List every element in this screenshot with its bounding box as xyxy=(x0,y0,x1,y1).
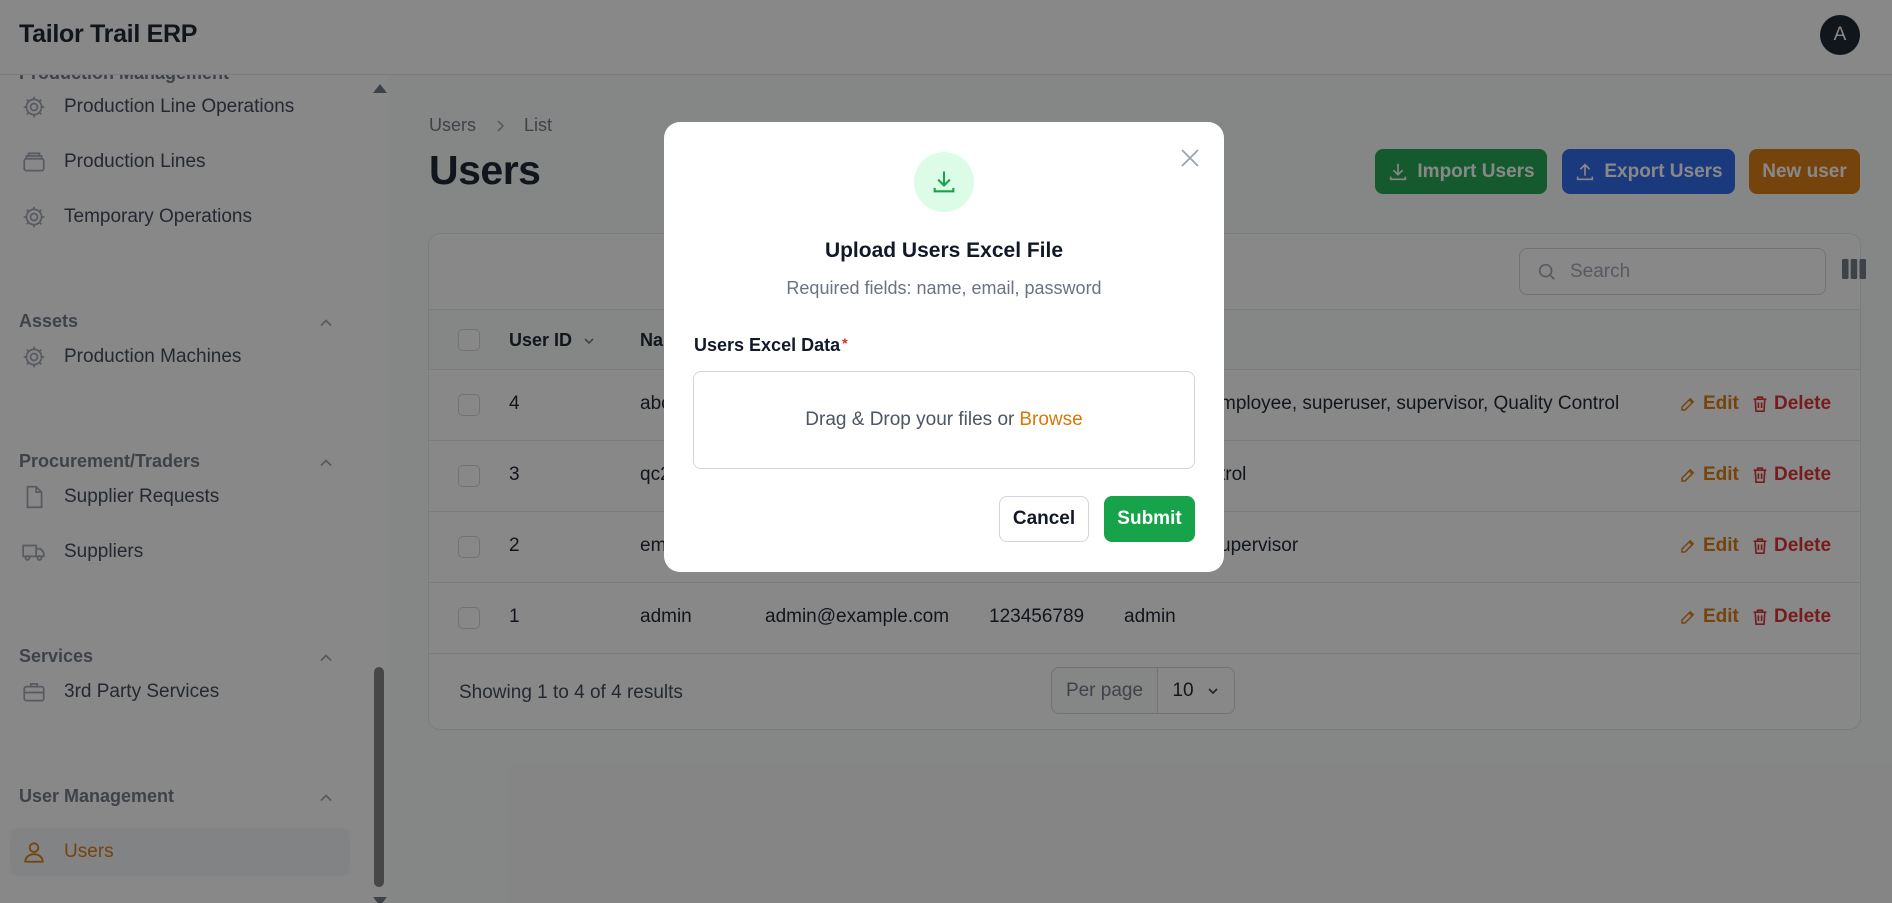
dropzone-text: Drag & Drop your files or xyxy=(805,409,1015,430)
submit-button[interactable]: Submit xyxy=(1104,496,1195,542)
modal-subtitle: Required fields: name, email, password xyxy=(786,278,1102,298)
required-mark: * xyxy=(842,335,848,351)
cancel-button[interactable]: Cancel xyxy=(999,496,1089,542)
upload-modal: Upload Users Excel File Required fields:… xyxy=(664,122,1224,572)
close-icon[interactable] xyxy=(1178,146,1202,170)
file-dropzone[interactable]: Drag & Drop your files or Browse xyxy=(693,371,1195,469)
browse-link[interactable]: Browse xyxy=(1019,409,1082,431)
field-label-text: Users Excel Data xyxy=(694,335,841,355)
modal-title: Upload Users Excel File xyxy=(824,239,1064,262)
download-badge xyxy=(914,152,974,212)
download-icon xyxy=(933,171,955,193)
field-label: Users Excel Data * xyxy=(694,335,848,356)
